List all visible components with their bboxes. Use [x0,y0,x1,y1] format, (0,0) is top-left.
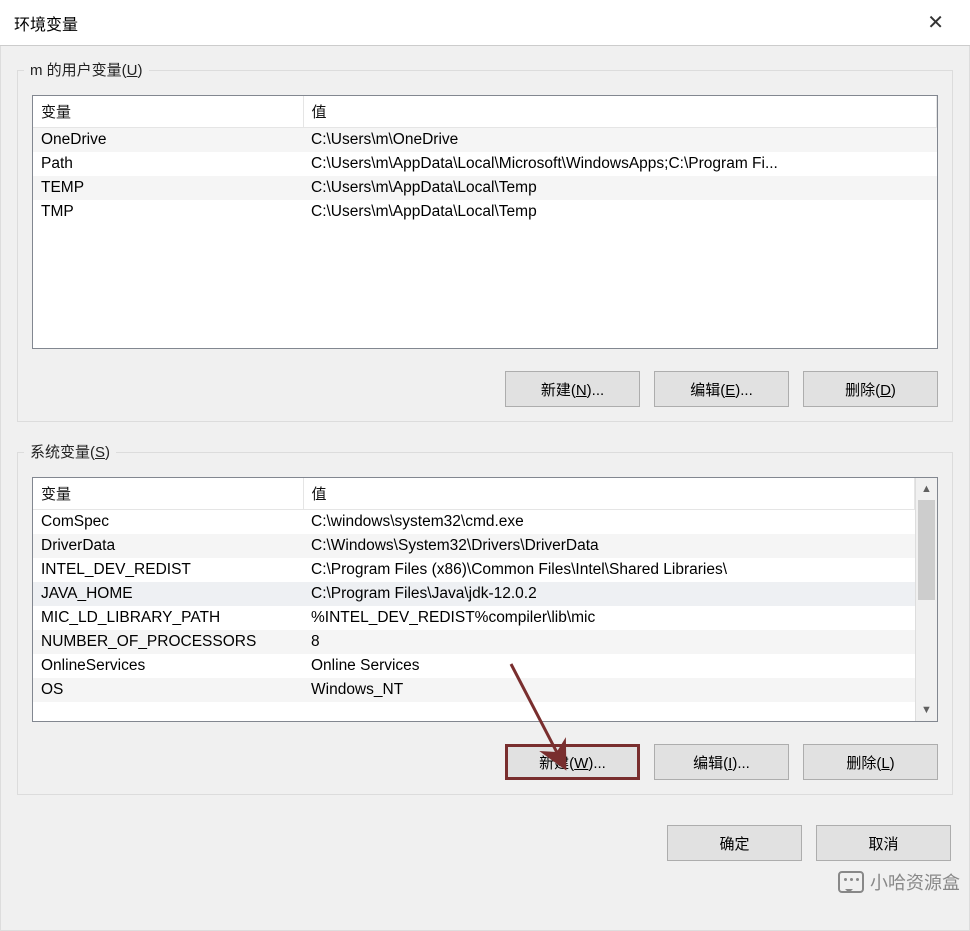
sys-vars-table-wrap[interactable]: 变量 值 ComSpecC:\windows\system32\cmd.exeD… [32,477,938,722]
sys-header-val[interactable]: 值 [303,478,915,510]
table-row[interactable]: ComSpecC:\windows\system32\cmd.exe [33,510,915,535]
ok-button[interactable]: 确定 [667,825,802,861]
table-row[interactable]: MIC_LD_LIBRARY_PATH%INTEL_DEV_REDIST%com… [33,606,915,630]
var-name-cell: OneDrive [33,128,303,153]
table-row[interactable]: JAVA_HOMEC:\Program Files\Java\jdk-12.0.… [33,582,915,606]
window-titlebar: 环境变量 ✕ [0,0,970,46]
var-name-cell: Path [33,152,303,176]
var-name-cell: JAVA_HOME [33,582,303,606]
sys-vars-table: 变量 值 ComSpecC:\windows\system32\cmd.exeD… [33,478,915,702]
user-edit-button[interactable]: 编辑(E)... [654,371,789,407]
var-name-cell: NUMBER_OF_PROCESSORS [33,630,303,654]
table-row[interactable]: PathC:\Users\m\AppData\Local\Microsoft\W… [33,152,937,176]
sys-scrollbar[interactable]: ▲ ▼ [915,478,937,721]
user-vars-table: 变量 值 OneDriveC:\Users\m\OneDrivePathC:\U… [33,96,937,224]
var-name-cell: MIC_LD_LIBRARY_PATH [33,606,303,630]
window-title: 环境变量 [14,11,78,35]
cancel-button[interactable]: 取消 [816,825,951,861]
user-vars-label-text: m 的用户变量(U) [30,62,143,79]
table-row[interactable]: DriverDataC:\Windows\System32\Drivers\Dr… [33,534,915,558]
var-value-cell: C:\Users\m\AppData\Local\Temp [303,176,937,200]
table-row[interactable]: TMPC:\Users\m\AppData\Local\Temp [33,200,937,224]
var-value-cell: 8 [303,630,915,654]
sys-vars-buttons: 新建(W)... 编辑(I)... 删除(L) [32,744,938,780]
user-header-val[interactable]: 值 [303,96,937,128]
table-row[interactable]: TEMPC:\Users\m\AppData\Local\Temp [33,176,937,200]
var-name-cell: TEMP [33,176,303,200]
user-vars-buttons: 新建(N)... 编辑(E)... 删除(D) [32,371,938,407]
var-value-cell: %INTEL_DEV_REDIST%compiler\lib\mic [303,606,915,630]
var-value-cell: C:\Users\m\AppData\Local\Temp [303,200,937,224]
var-name-cell: DriverData [33,534,303,558]
var-value-cell: Windows_NT [303,678,915,702]
var-value-cell: C:\Program Files (x86)\Common Files\Inte… [303,558,915,582]
var-name-cell: INTEL_DEV_REDIST [33,558,303,582]
user-vars-table-wrap[interactable]: 变量 值 OneDriveC:\Users\m\OneDrivePathC:\U… [32,95,938,349]
var-name-cell: OnlineServices [33,654,303,678]
user-delete-button[interactable]: 删除(D) [803,371,938,407]
sys-edit-button[interactable]: 编辑(I)... [654,744,789,780]
sys-delete-button[interactable]: 删除(L) [803,744,938,780]
close-icon[interactable]: ✕ [915,9,956,37]
dialog-buttons: 确定 取消 [17,825,953,861]
sys-new-button[interactable]: 新建(W)... [505,744,640,780]
var-value-cell: C:\Program Files\Java\jdk-12.0.2 [303,582,915,606]
table-row[interactable]: INTEL_DEV_REDISTC:\Program Files (x86)\C… [33,558,915,582]
sys-header-var[interactable]: 变量 [33,478,303,510]
system-variables-group: 系统变量(S) 变量 值 ComSpecC:\windows\system32\… [17,452,953,795]
watermark-text: 小哈资源盒 [870,869,960,895]
var-name-cell: OS [33,678,303,702]
user-header-var[interactable]: 变量 [33,96,303,128]
scroll-up-icon[interactable]: ▲ [916,478,937,500]
sys-vars-label: 系统变量(S) [24,441,116,462]
user-variables-group: m 的用户变量(U) 变量 值 OneDriveC:\Users\m\OneDr… [17,70,953,422]
user-new-button[interactable]: 新建(N)... [505,371,640,407]
var-name-cell: ComSpec [33,510,303,535]
watermark: 小哈资源盒 [838,869,960,895]
table-row[interactable]: NUMBER_OF_PROCESSORS8 [33,630,915,654]
dialog-content: m 的用户变量(U) 变量 值 OneDriveC:\Users\m\OneDr… [0,46,970,931]
var-value-cell: C:\Users\m\AppData\Local\Microsoft\Windo… [303,152,937,176]
var-value-cell: C:\Users\m\OneDrive [303,128,937,153]
var-name-cell: TMP [33,200,303,224]
sys-vars-label-text: 系统变量(S) [30,444,110,461]
table-row[interactable]: OSWindows_NT [33,678,915,702]
wechat-icon [838,871,864,893]
user-vars-label: m 的用户变量(U) [24,59,149,80]
scroll-track[interactable] [916,500,937,699]
scroll-down-icon[interactable]: ▼ [916,699,937,721]
scroll-thumb[interactable] [918,500,935,600]
table-row[interactable]: OneDriveC:\Users\m\OneDrive [33,128,937,153]
table-row[interactable]: OnlineServicesOnline Services [33,654,915,678]
var-value-cell: C:\Windows\System32\Drivers\DriverData [303,534,915,558]
var-value-cell: C:\windows\system32\cmd.exe [303,510,915,535]
var-value-cell: Online Services [303,654,915,678]
